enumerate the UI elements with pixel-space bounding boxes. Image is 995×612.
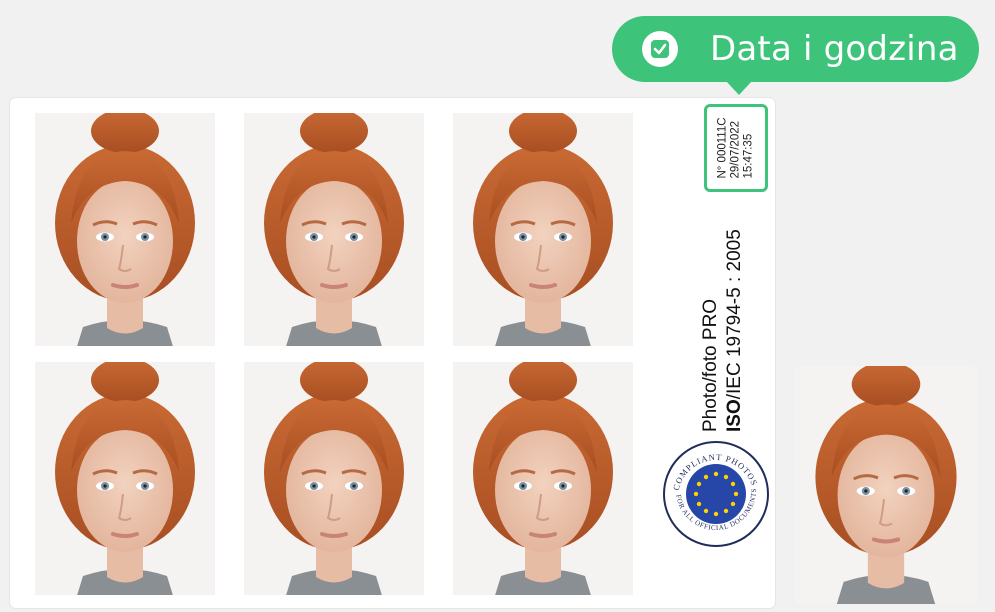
single-passport-photo [795, 366, 977, 604]
tooltip-label: Data i godzina [710, 29, 959, 69]
brand-name: Photo/foto PRO [700, 298, 721, 432]
passport-photo [244, 362, 424, 595]
passport-photo [35, 362, 215, 595]
check-icon [642, 31, 678, 67]
iso-standard: ISO/IEC 19794-5 : 2005 [724, 229, 746, 432]
iso-suffix: /IEC 19794-5 : 2005 [724, 229, 745, 400]
stamp-number: N° 000111C [716, 117, 729, 179]
iso-prefix: ISO [724, 399, 745, 432]
stamp-time: 15:47:35 [742, 133, 755, 179]
passport-photo [453, 113, 633, 346]
passport-photo [244, 113, 424, 346]
date-time-tooltip: Data i godzina [612, 16, 979, 95]
compliant-photos-badge: COMPLIANT PHOTOS FOR ALL OFFICIAL DOCUME… [662, 440, 770, 548]
date-time-stamp: N° 000111C 29/07/2022 15:47:35 [704, 104, 768, 192]
passport-photo [35, 113, 215, 346]
eu-stars-icon: COMPLIANT PHOTOS FOR ALL OFFICIAL DOCUME… [663, 441, 769, 547]
passport-photo [453, 362, 633, 595]
stamp-date: 29/07/2022 [729, 120, 742, 179]
